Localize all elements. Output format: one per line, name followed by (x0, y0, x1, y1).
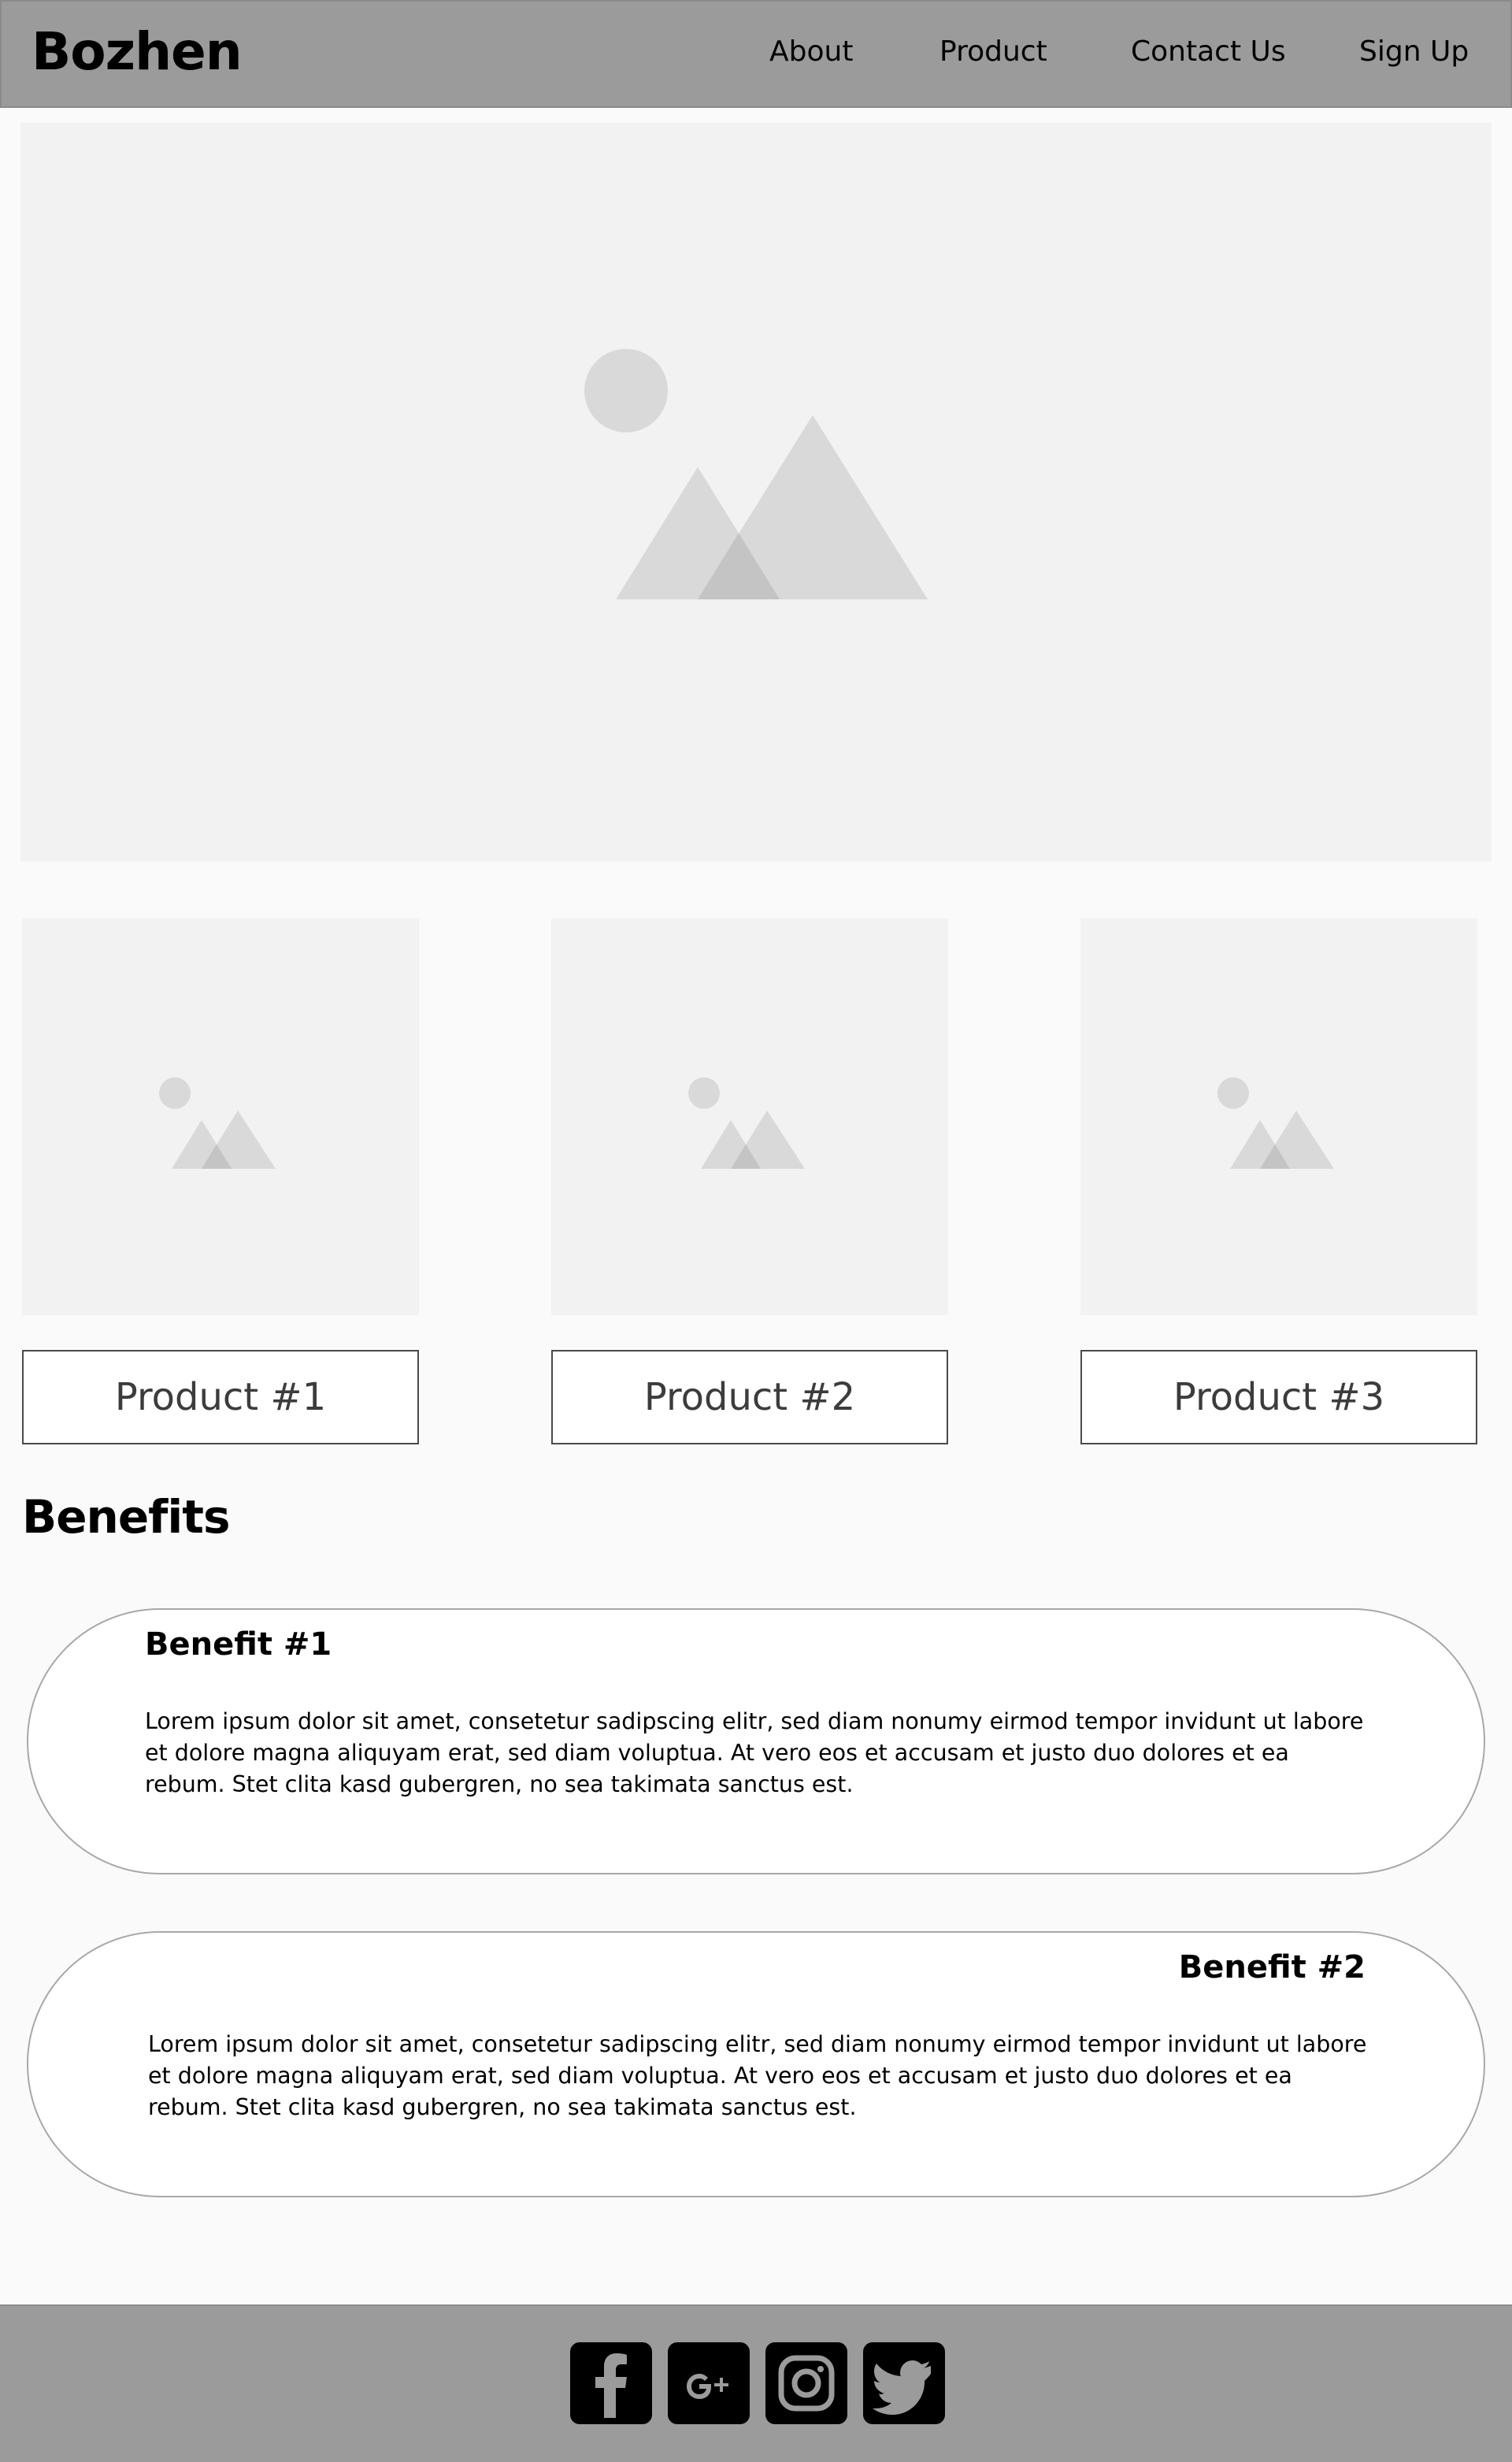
facebook-icon[interactable] (570, 2342, 652, 2424)
benefit-1-heading: Benefit #1 (145, 1626, 332, 1663)
nav-contact-us[interactable]: Contact Us (1131, 33, 1286, 71)
benefit-2-text: Lorem ipsum dolor sit amet, consetetur s… (148, 2031, 1367, 2120)
image-placeholder-icon (688, 1077, 805, 1169)
google-plus-icon[interactable] (668, 2342, 750, 2424)
product-3-image (1080, 918, 1477, 1315)
product-1-button[interactable]: Product #1 (22, 1350, 419, 1444)
image-placeholder-icon (1217, 1077, 1334, 1169)
nav-product[interactable]: Product (939, 33, 1047, 71)
site-footer (0, 2304, 1512, 2462)
product-2-button[interactable]: Product #2 (551, 1350, 948, 1444)
nav-about[interactable]: About (769, 33, 853, 71)
benefit-1-text: Lorem ipsum dolor sit amet, consetetur s… (145, 1708, 1364, 1797)
image-placeholder-icon (159, 1077, 276, 1169)
site-header: Bozhen About Product Contact Us Sign Up (0, 0, 1512, 108)
benefit-2-heading: Benefit #2 (1178, 1949, 1366, 1986)
benefit-card-1: Benefit #1 Lorem ipsum dolor sit amet, c… (27, 1608, 1485, 1874)
hero-image (20, 123, 1492, 862)
benefits-title: Benefits (22, 1490, 231, 1544)
twitter-icon[interactable] (863, 2342, 945, 2424)
product-3-button[interactable]: Product #3 (1080, 1350, 1477, 1444)
benefit-card-2: Benefit #2 Lorem ipsum dolor sit amet, c… (27, 1931, 1485, 2197)
instagram-icon[interactable] (765, 2342, 847, 2424)
product-2-image (551, 918, 948, 1315)
main-nav: About Product Contact Us Sign Up (2, 2, 1512, 109)
image-placeholder-icon (584, 349, 928, 599)
product-1-image (22, 918, 419, 1315)
nav-sign-up[interactable]: Sign Up (1359, 33, 1469, 71)
